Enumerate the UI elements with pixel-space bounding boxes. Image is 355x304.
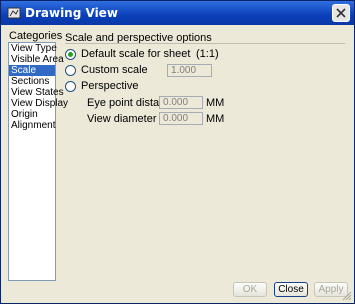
categories-list[interactable]: View Type Visible Area Scale Sections Vi… bbox=[8, 42, 68, 281]
category-view-type[interactable]: View Type bbox=[9, 43, 57, 54]
eye-point-distance-input[interactable]: 0.000 bbox=[159, 96, 203, 109]
default-scale-radio[interactable] bbox=[65, 49, 76, 60]
title-bar[interactable]: Drawing View bbox=[1, 1, 354, 25]
group-divider bbox=[65, 43, 345, 44]
category-alignment[interactable]: Alignment bbox=[9, 120, 55, 131]
view-diameter-input[interactable]: 0.000 bbox=[159, 112, 203, 125]
default-scale-label: Default scale for sheet bbox=[81, 48, 191, 60]
eye-point-unit: MM bbox=[206, 97, 225, 109]
custom-scale-radio[interactable] bbox=[65, 65, 76, 76]
drawing-view-dialog: Drawing View Categories View Type Visibl… bbox=[0, 0, 355, 304]
ok-button[interactable]: OK bbox=[233, 282, 267, 297]
default-scale-value: (1:1) bbox=[196, 48, 219, 60]
drawing-view-icon bbox=[7, 7, 21, 19]
category-origin[interactable]: Origin bbox=[9, 109, 55, 120]
view-diameter-label: View diameter bbox=[87, 113, 157, 125]
categories-label: Categories bbox=[9, 30, 63, 42]
category-scale[interactable]: Scale bbox=[9, 65, 55, 76]
category-view-states[interactable]: View States bbox=[9, 87, 64, 98]
custom-scale-input[interactable]: 1.000 bbox=[167, 64, 212, 77]
close-button[interactable]: Close bbox=[274, 282, 308, 297]
category-visible-area[interactable]: Visible Area bbox=[9, 54, 64, 65]
close-window-button[interactable] bbox=[332, 4, 350, 22]
category-view-display[interactable]: View Display bbox=[9, 98, 68, 109]
perspective-label: Perspective bbox=[81, 80, 139, 92]
perspective-radio[interactable] bbox=[65, 81, 76, 92]
custom-scale-label: Custom scale bbox=[81, 64, 148, 76]
resize-grip-icon[interactable] bbox=[342, 291, 352, 301]
view-diameter-unit: MM bbox=[206, 113, 225, 125]
dialog-title: Drawing View bbox=[25, 6, 118, 20]
close-icon bbox=[336, 8, 346, 18]
category-sections[interactable]: Sections bbox=[9, 76, 55, 87]
